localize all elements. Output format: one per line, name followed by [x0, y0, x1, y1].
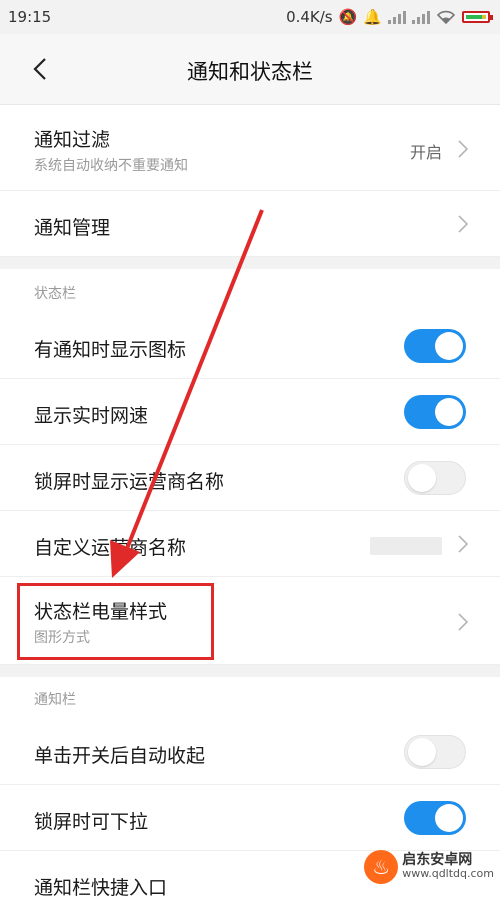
- item-label: 通知栏快捷入口: [34, 877, 168, 899]
- notification-filter-subtitle: 系统自动收纳不重要通知: [34, 158, 188, 174]
- network-speed-toggle[interactable]: [404, 395, 466, 429]
- signal-icon-2: [412, 11, 430, 24]
- item-label: 自定义运营商名称: [34, 537, 187, 559]
- watermark-name: 启东安卓网: [402, 852, 473, 868]
- chevron-right-icon: [458, 535, 469, 553]
- item-label: 单击开关后自动收起: [34, 745, 206, 767]
- item-label: 有通知时显示图标: [34, 339, 187, 361]
- carrier-lockscreen-toggle[interactable]: [404, 461, 466, 495]
- network-speed: 0.4K/s: [286, 8, 333, 26]
- page-title: 通知和状态栏: [187, 60, 313, 84]
- section-divider: [0, 665, 500, 677]
- section-header-status: 状态栏: [0, 269, 500, 313]
- item-label: 显示实时网速: [34, 405, 149, 427]
- alarm-icon: 🔔: [363, 8, 382, 26]
- show-carrier-lockscreen-row[interactable]: 锁屏时显示运营商名称: [0, 445, 500, 511]
- watermark: ♨ 启东安卓网 www.qdltdq.com: [364, 850, 494, 884]
- signal-icon: [388, 11, 406, 24]
- chevron-right-icon: [458, 140, 469, 158]
- section-label-notif: 通知栏: [34, 692, 76, 708]
- show-icon-toggle[interactable]: [404, 329, 466, 363]
- notification-manage-row[interactable]: 通知管理: [0, 191, 500, 257]
- section-header-notif: 通知栏: [0, 677, 500, 719]
- title-bar: 通知和状态栏: [0, 34, 500, 105]
- section-divider: [0, 257, 500, 269]
- custom-carrier-name-row[interactable]: 自定义运营商名称: [0, 511, 500, 577]
- auto-collapse-row[interactable]: 单击开关后自动收起: [0, 719, 500, 785]
- system-status-bar: 19:15 0.4K/s 🔕 🔔: [0, 0, 500, 34]
- carrier-name-value: [370, 537, 442, 555]
- notification-filter-value: 开启: [409, 143, 442, 162]
- watermark-url: www.qdltdq.com: [402, 867, 494, 880]
- notification-manage-label: 通知管理: [34, 217, 111, 239]
- annotation-highlight-box: [17, 583, 214, 660]
- notification-filter-row[interactable]: 通知过滤 系统自动收纳不重要通知 开启: [0, 105, 500, 191]
- chevron-right-icon: [458, 613, 469, 631]
- lockscreen-pulldown-row[interactable]: 锁屏时可下拉: [0, 785, 500, 851]
- item-label: 锁屏时显示运营商名称: [34, 471, 225, 493]
- battery-icon: [462, 11, 493, 23]
- lockscreen-pulldown-toggle[interactable]: [404, 801, 466, 835]
- status-icons: 0.4K/s 🔕 🔔: [286, 8, 493, 26]
- auto-collapse-toggle[interactable]: [404, 735, 466, 769]
- show-icon-on-notification-row[interactable]: 有通知时显示图标: [0, 313, 500, 379]
- chevron-right-icon: [458, 215, 469, 233]
- mute-icon: 🔕: [338, 8, 358, 26]
- show-network-speed-row[interactable]: 显示实时网速: [0, 379, 500, 445]
- item-label: 锁屏时可下拉: [34, 811, 149, 833]
- wifi-icon: [436, 10, 456, 24]
- section-label-status: 状态栏: [34, 286, 76, 302]
- clock: 19:15: [8, 8, 52, 26]
- watermark-logo-icon: ♨: [364, 850, 399, 884]
- notification-filter-label: 通知过滤: [34, 129, 111, 151]
